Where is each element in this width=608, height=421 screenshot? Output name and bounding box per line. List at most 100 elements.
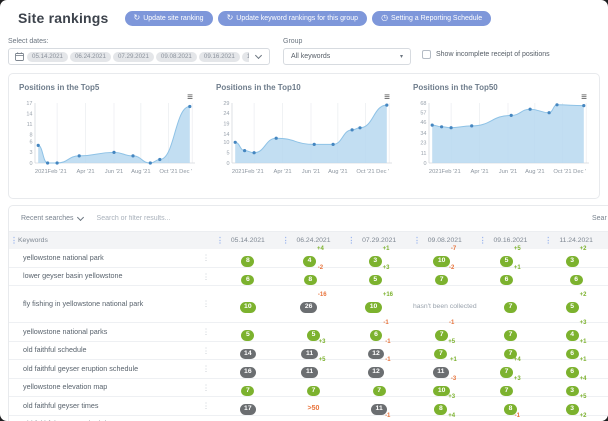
update-site-ranking-button[interactable]: ↻Update site ranking [125,11,213,26]
position-cell: 11+1 [412,360,478,378]
button-label: Setting a Reporting Schedule [391,15,482,22]
button-label: Update keyword rankings for this group [236,15,358,22]
group-select[interactable]: All keywords ▾ [283,48,411,65]
svg-text:Aug '21: Aug '21 [328,169,347,175]
row-menu-icon[interactable]: ⋮ [202,272,210,281]
position-badge: 7 [373,386,386,397]
svg-text:Dec ': Dec ' [573,169,586,175]
row-menu-icon[interactable]: ⋮ [202,299,210,308]
position-cell: 7-2 [412,268,478,286]
svg-text:Aug '21: Aug '21 [131,169,150,175]
keywords-column-header: ⋮Keywords [9,237,215,244]
position-cell: 11 [346,397,412,415]
chevron-down-icon[interactable] [255,52,262,59]
date-chip[interactable]: 07.29.2021 [113,52,154,62]
svg-text:2021: 2021 [35,169,48,175]
position-cell: 6 [543,268,608,286]
position-cell: 6 [215,268,281,286]
position-cell: 26-16 [281,295,347,313]
position-delta: +5 [580,394,587,400]
row-menu-icon[interactable]: ⋮ [202,346,210,355]
keyword-cell: yellowstone national park⋮ [9,254,215,262]
position-cell: 4+4 [281,249,347,267]
chart-menu-icon[interactable]: ≡ [384,93,390,103]
table-row: old faithful geyser schedule⋮101011-17+4… [9,416,608,421]
group-select-value: All keywords [291,53,330,60]
date-chip[interactable]: 11.24.2021 [242,52,249,62]
calendar-icon [15,52,24,61]
position-delta: +2 [580,292,587,298]
position-badge: 11 [433,367,449,378]
position-cell: 5+2 [543,295,608,313]
chart-plot: 01123344657682021Feb '21Apr '21Jun '21Au… [413,98,590,176]
svg-text:14: 14 [26,111,32,117]
rankings-table-card: Recent searches Sear ⋮Keywords⋮05.14.202… [8,205,608,421]
svg-text:Apr '21: Apr '21 [76,169,94,175]
svg-text:34: 34 [420,131,426,137]
caret-down-icon: ▾ [400,53,403,60]
reporting-schedule-button[interactable]: ◷Setting a Reporting Schedule [372,11,491,26]
position-cell: 12-1 [346,342,412,360]
svg-text:Jun '21: Jun '21 [105,169,124,175]
position-cell: 10-7 [412,249,478,267]
keyword-cell: yellowstone elevation map⋮ [9,383,215,391]
column-menu-icon[interactable]: ⋮ [479,237,487,245]
column-menu-icon[interactable]: ⋮ [282,237,290,245]
date-header-label: 09.08.2021 [428,237,462,244]
position-badge: 26 [300,302,317,313]
column-menu-icon[interactable]: ⋮ [216,237,224,245]
refresh-icon: ↻ [227,14,234,22]
chart-menu-icon[interactable]: ≡ [581,93,587,103]
update-keyword-rankings-button[interactable]: ↻Update keyword rankings for this group [218,11,368,26]
checkbox-box[interactable] [422,50,431,59]
column-menu-icon[interactable]: ⋮ [10,237,18,245]
position-cell: 5+3 [346,268,412,286]
svg-text:Apr '21: Apr '21 [273,169,291,175]
position-badge: 8 [304,275,317,286]
chart-top50: Positions in the Top50≡01123344657682021… [403,74,600,198]
select-dates-label: Select dates: [8,38,270,45]
svg-text:14: 14 [223,132,229,138]
date-chip[interactable]: 05.14.2021 [27,52,68,62]
row-menu-icon[interactable]: ⋮ [202,253,210,262]
date-chip[interactable]: 09.16.2021 [199,52,240,62]
svg-text:Aug '21: Aug '21 [525,169,544,175]
position-delta: +5 [319,357,326,363]
date-chip[interactable]: 09.08.2021 [156,52,197,62]
site-rankings-page: Site rankings ↻Update site ranking↻Updat… [0,0,608,421]
recent-searches-dropdown[interactable]: Recent searches [9,215,97,222]
position-badge: 6 [370,330,383,341]
date-chip[interactable]: 06.24.2021 [70,52,111,62]
row-menu-icon[interactable]: ⋮ [202,383,210,392]
position-cell: 10 [215,416,281,421]
position-badge: 7 [435,330,448,341]
date-header-label: 07.29.2021 [362,237,396,244]
topbar: Site rankings ↻Update site ranking↻Updat… [0,0,608,26]
keyword-cell: old faithful geyser eruption schedule⋮ [9,365,215,373]
position-cell: 6-1 [346,323,412,341]
svg-text:29: 29 [223,101,229,107]
date-range-picker[interactable]: 05.14.202106.24.202107.29.202109.08.2021… [8,48,270,65]
button-label: Update site ranking [143,15,203,22]
svg-text:46: 46 [420,120,426,126]
position-delta: -1 [449,320,454,326]
chart-title: Positions in the Top5 [19,83,196,92]
keywords-header-label: Keywords [18,237,48,244]
row-menu-icon[interactable]: ⋮ [202,401,210,410]
keyword-cell: lower geyser basin yellowstone⋮ [9,272,215,280]
search-input[interactable] [97,215,592,222]
column-menu-icon[interactable]: ⋮ [413,237,421,245]
search-button[interactable]: Sear [592,215,608,222]
show-incomplete-checkbox[interactable]: Show incomplete receipt of positions [422,50,550,59]
svg-text:5: 5 [226,150,229,156]
date-column-header: ⋮09.16.2021 [478,237,544,244]
column-menu-icon[interactable]: ⋮ [347,237,355,245]
search-bar: Recent searches Sear [9,206,608,232]
chart-menu-icon[interactable]: ≡ [187,93,193,103]
row-menu-icon[interactable]: ⋮ [202,364,210,373]
column-menu-icon[interactable]: ⋮ [544,237,552,245]
position-cell: 3+5 [543,397,608,415]
svg-text:57: 57 [420,111,426,117]
svg-text:Feb '21: Feb '21 [245,169,264,175]
row-menu-icon[interactable]: ⋮ [202,327,210,336]
